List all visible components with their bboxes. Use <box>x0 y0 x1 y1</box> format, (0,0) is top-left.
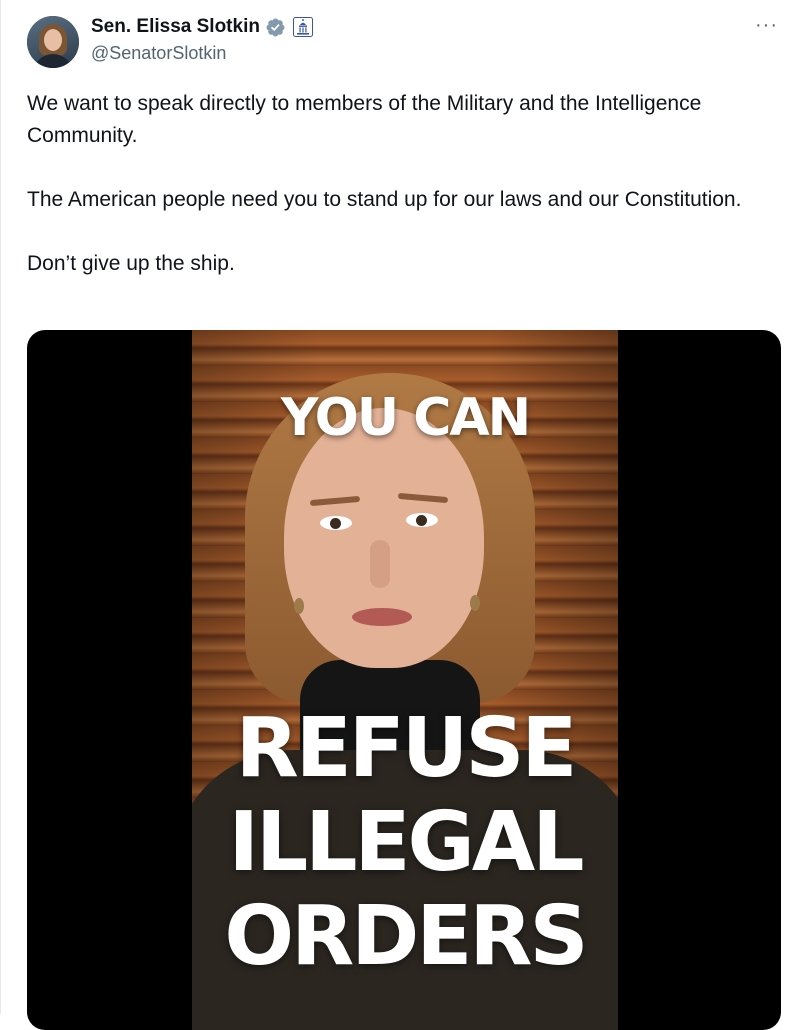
author-avatar[interactable] <box>27 16 79 68</box>
tweet-text: We want to speak directly to members of … <box>27 92 742 275</box>
author-name[interactable]: Sen. Elissa Slotkin <box>91 16 260 38</box>
tweet-video[interactable]: YOU CAN REFUSE ILLEGAL ORDERS <box>27 330 781 1030</box>
video-caption-top: YOU CAN <box>280 388 531 448</box>
video-caption-bottom: REFUSE ILLEGAL ORDERS <box>224 701 588 984</box>
us-capitol-government-badge-icon[interactable] <box>292 17 313 37</box>
author-name-row: Sen. Elissa Slotkin <box>91 16 313 38</box>
tweet-card: Sen. Elissa Slotkin @SenatorSlotkin ··· … <box>0 0 802 1030</box>
author-handle[interactable]: @SenatorSlotkin <box>91 43 226 64</box>
verified-badge-icon[interactable] <box>265 17 286 38</box>
more-options-icon[interactable]: ··· <box>755 14 778 37</box>
video-frame: YOU CAN REFUSE ILLEGAL ORDERS <box>192 330 618 1030</box>
